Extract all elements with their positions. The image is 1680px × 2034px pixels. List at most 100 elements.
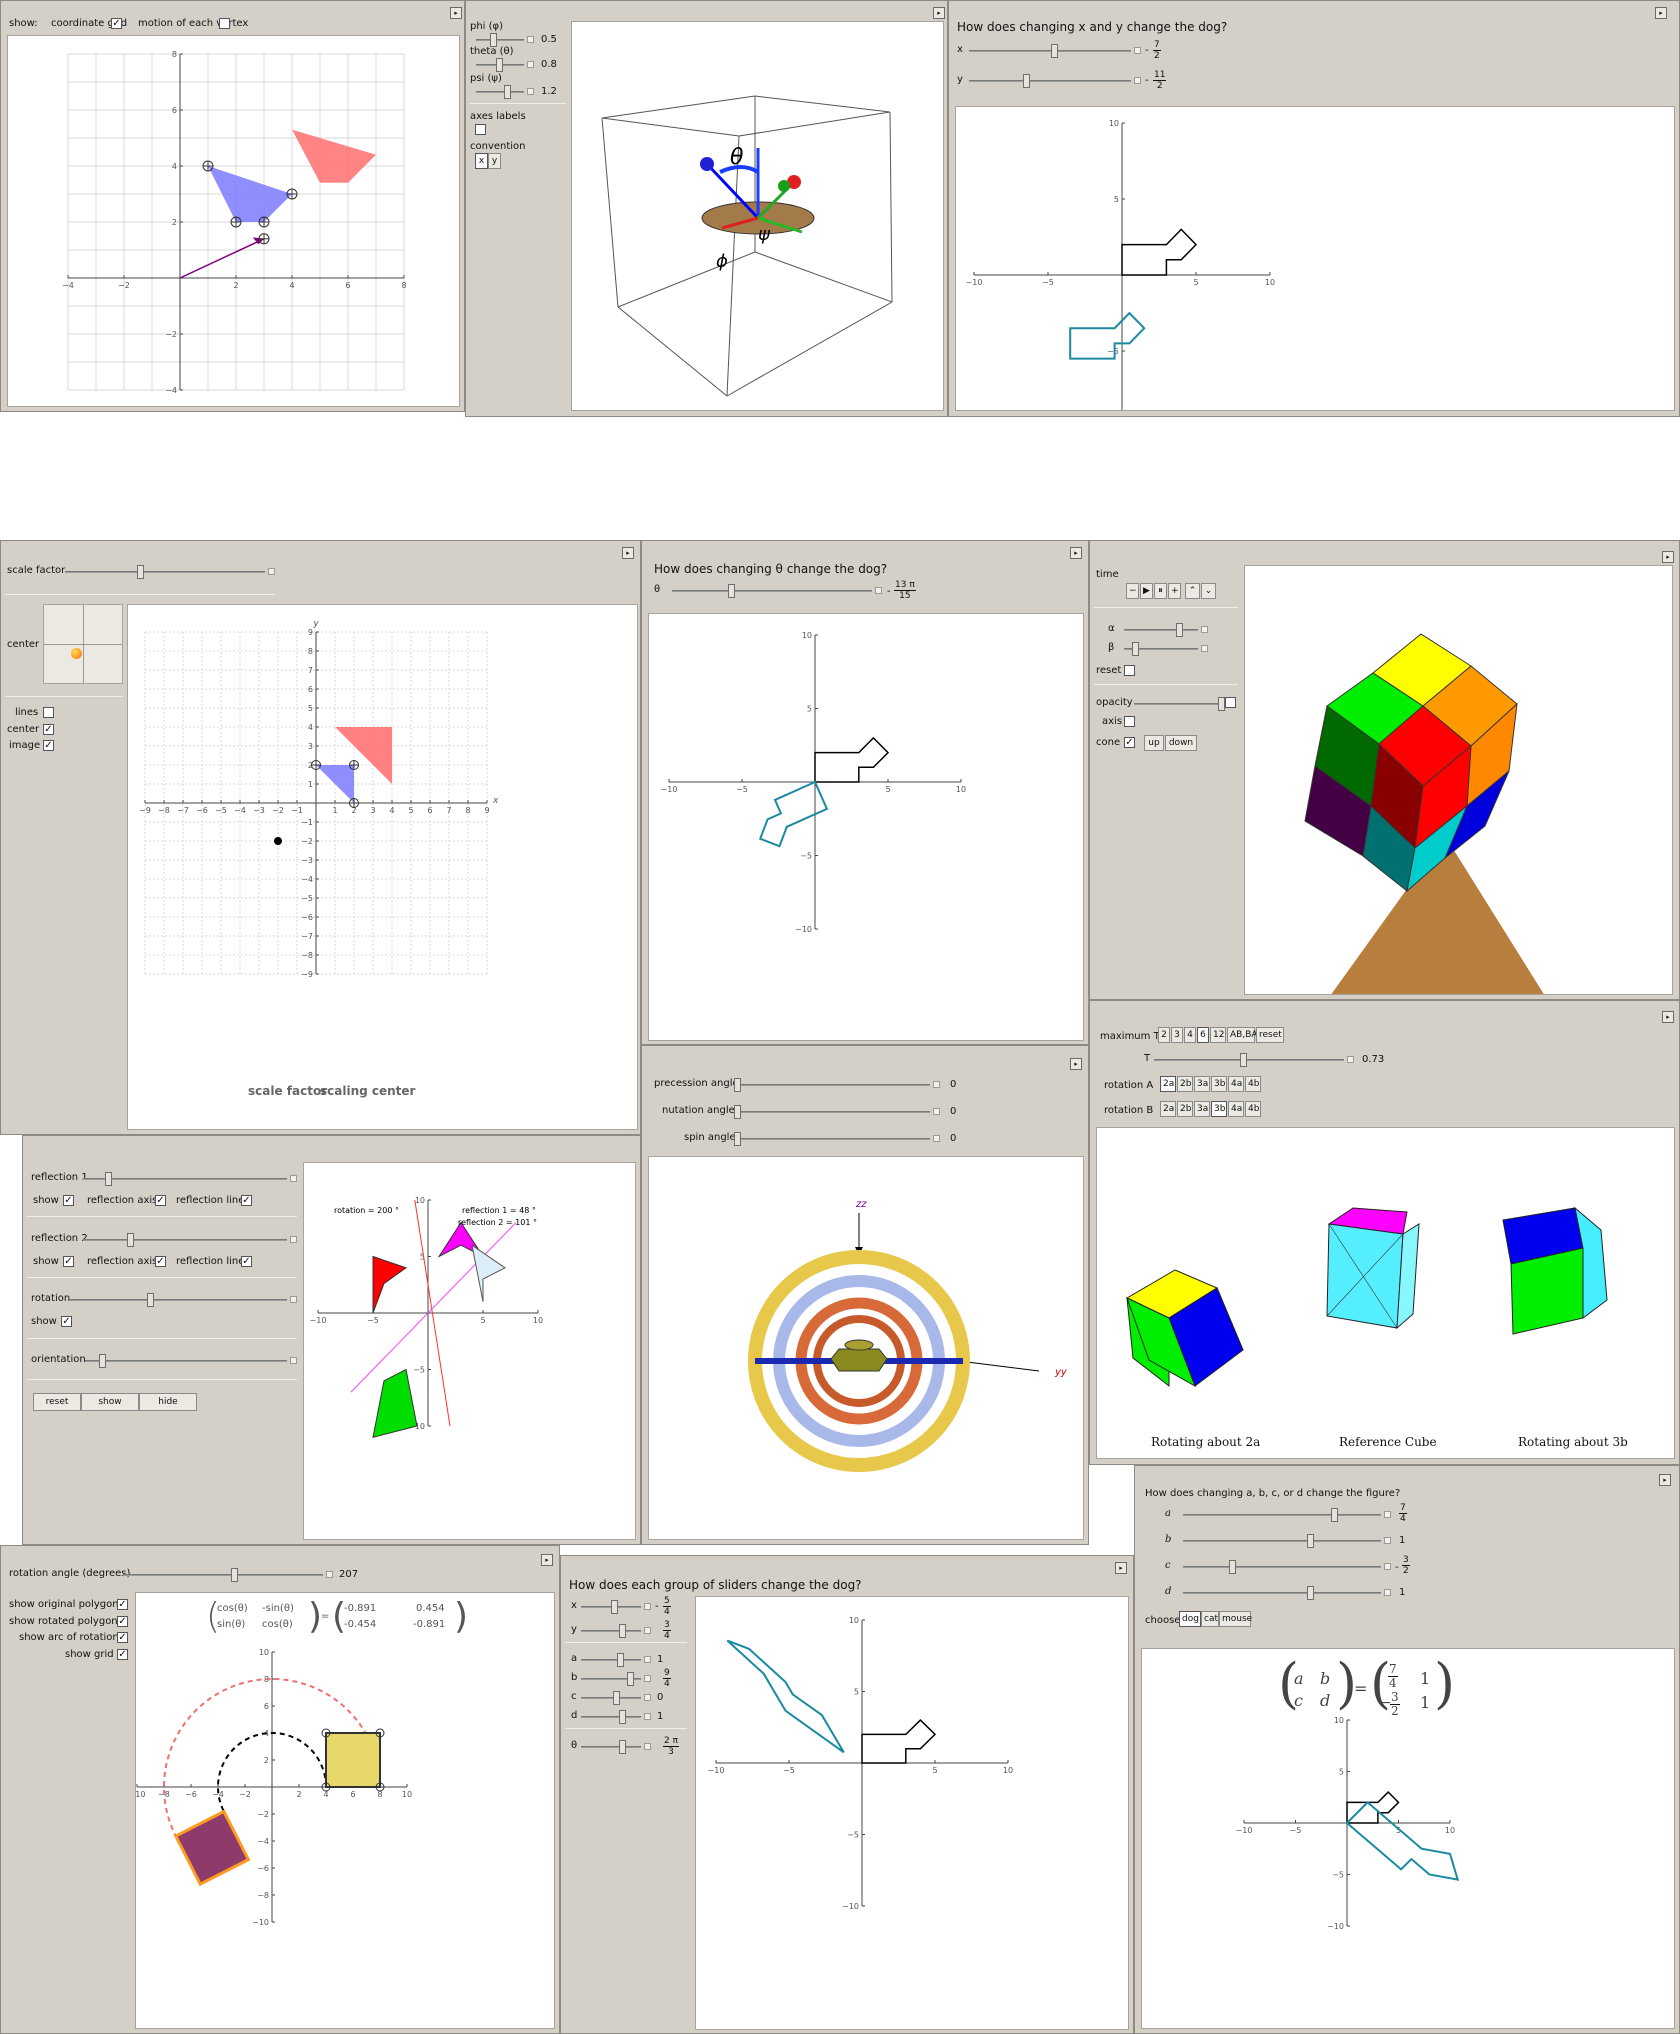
option-button-12[interactable]: 12 (1210, 1027, 1226, 1043)
scale-factor-slider[interactable] (65, 565, 275, 579)
show-original-checkbox[interactable]: ✓ (117, 1599, 128, 1610)
disclosure-button[interactable]: ▸ (1655, 7, 1667, 19)
show-button[interactable]: show (81, 1393, 139, 1411)
show2-checkbox[interactable]: ✓ (63, 1256, 74, 1267)
center-checkbox[interactable]: ✓ (43, 724, 54, 735)
row-slider-5[interactable] (581, 1710, 651, 1724)
reflection-line2-checkbox[interactable]: ✓ (241, 1256, 252, 1267)
option-button-2b[interactable]: 2b (1177, 1076, 1193, 1092)
lines-checkbox[interactable] (43, 707, 54, 718)
step-forward-button[interactable]: + (1168, 583, 1181, 599)
spin-slider[interactable] (734, 1132, 940, 1146)
y-slider[interactable] (969, 74, 1141, 88)
motion-vertex-checkbox[interactable] (219, 18, 230, 29)
convention-y-button[interactable]: y (488, 153, 501, 169)
rotation-angle-slider[interactable] (123, 1568, 333, 1582)
hide-button[interactable]: hide (139, 1393, 197, 1411)
option-button-2a[interactable]: 2a (1160, 1101, 1176, 1117)
option-button-2a[interactable]: 2a (1160, 1076, 1176, 1092)
faster-button[interactable]: ⌃ (1185, 583, 1200, 599)
option-button-3a[interactable]: 3a (1194, 1101, 1210, 1117)
plot-area[interactable]: −10 −5 5 10 −10 −5 5 10 ( a b c d ) = ( 74 1 − … (1141, 1648, 1675, 2029)
cone-checkbox[interactable]: ✓ (1124, 737, 1135, 748)
psi-slider[interactable] (476, 85, 534, 99)
option-button-3a[interactable]: 3a (1194, 1076, 1210, 1092)
option-button-reset[interactable]: reset (1256, 1027, 1284, 1043)
plot-area[interactable]: −10−5510−10−5510rotation = 200 °reflecti… (303, 1162, 636, 1540)
dog-button[interactable]: dog (1179, 1611, 1201, 1627)
slower-button[interactable]: ⌄ (1201, 583, 1216, 599)
T-slider[interactable] (1154, 1053, 1354, 1067)
convention-x-button[interactable]: x (475, 153, 488, 169)
option-button-6[interactable]: 6 (1197, 1027, 1209, 1043)
disclosure-button[interactable]: ▸ (1662, 1011, 1674, 1023)
option-button-4b[interactable]: 4b (1245, 1101, 1261, 1117)
show-arc-checkbox[interactable]: ✓ (117, 1632, 128, 1643)
show-rotated-checkbox[interactable]: ✓ (117, 1616, 128, 1627)
disclosure-button[interactable]: ▸ (1070, 547, 1082, 559)
d-slider[interactable] (1183, 1586, 1391, 1600)
theta-slider[interactable] (476, 58, 534, 72)
precession-slider[interactable] (734, 1078, 940, 1092)
reflection-axis2-checkbox[interactable]: ✓ (155, 1256, 166, 1267)
option-button-3[interactable]: 3 (1171, 1027, 1183, 1043)
opacity-slider[interactable] (1134, 697, 1234, 711)
option-button-2[interactable]: 2 (1158, 1027, 1170, 1043)
disclosure-button[interactable]: ▸ (541, 1554, 553, 1566)
row-slider-2[interactable] (581, 1653, 651, 1667)
plot-area[interactable]: −10−8−6−4−2246810−10−8−6−4−2246810 ( cos… (135, 1592, 555, 2029)
phi-slider[interactable] (476, 33, 534, 47)
reflection2-slider[interactable] (83, 1233, 297, 1247)
a-slider[interactable] (1183, 1508, 1391, 1522)
plot-area[interactable]: −4 −2 2 4 6 8 −4 −2 2 4 6 8 (7, 35, 460, 407)
disclosure-button[interactable]: ▸ (622, 547, 634, 559)
rotation-show-checkbox[interactable]: ✓ (61, 1316, 72, 1327)
nutation-slider[interactable] (734, 1105, 940, 1119)
option-button-2b[interactable]: 2b (1177, 1101, 1193, 1117)
option-button-3b[interactable]: 3b (1211, 1076, 1227, 1092)
disclosure-button[interactable]: ▸ (1662, 551, 1674, 563)
option-button-4b[interactable]: 4b (1245, 1076, 1261, 1092)
axes-labels-checkbox[interactable] (475, 124, 486, 135)
reflection-line1-checkbox[interactable]: ✓ (241, 1195, 252, 1206)
disclosure-button[interactable]: ▸ (1659, 1474, 1671, 1486)
reset-button[interactable]: reset (33, 1393, 81, 1411)
option-button-ABBA[interactable]: AB,BA (1227, 1027, 1258, 1043)
row-slider-0[interactable] (581, 1600, 651, 1614)
3d-view[interactable]: Rotating about 2a Reference Cube Rotatin… (1096, 1127, 1675, 1459)
3d-view[interactable] (1244, 565, 1673, 995)
cat-button[interactable]: cat (1201, 1611, 1219, 1627)
center-locator-pad[interactable] (43, 604, 123, 684)
reflection1-slider[interactable] (83, 1172, 297, 1186)
plot-area[interactable]: −9 −8 −7 −6 −5 −4 −3 −2 −1 1 2 3 4 5 6 7 8 9 −9 −8 −7 −6 −5 −4−… (127, 604, 638, 1130)
disclosure-button[interactable]: ▸ (1115, 1562, 1127, 1574)
rotation-slider[interactable] (69, 1293, 297, 1307)
plot-area[interactable]: −10−5510−10−5510 (955, 106, 1675, 411)
option-button-4a[interactable]: 4a (1228, 1076, 1244, 1092)
row-slider-1[interactable] (581, 1624, 651, 1638)
axis-checkbox[interactable] (1124, 716, 1135, 727)
orientation-slider[interactable] (85, 1354, 297, 1368)
plot-area[interactable]: −10−5510−10−5510 (695, 1596, 1129, 2030)
opacity-checkbox[interactable] (1225, 697, 1236, 708)
row-slider-4[interactable] (581, 1691, 651, 1705)
step-back-button[interactable]: − (1126, 583, 1139, 599)
option-button-3b[interactable]: 3b (1211, 1101, 1227, 1117)
up-button[interactable]: up (1144, 735, 1164, 751)
show1-checkbox[interactable]: ✓ (63, 1195, 74, 1206)
play-button[interactable]: ▶ (1140, 583, 1153, 599)
x-slider[interactable] (969, 44, 1141, 58)
disclosure-button[interactable]: ▸ (450, 7, 462, 19)
image-checkbox[interactable]: ✓ (43, 740, 54, 751)
option-button-4a[interactable]: 4a (1228, 1101, 1244, 1117)
mouse-button[interactable]: mouse (1219, 1611, 1252, 1627)
pause-button[interactable]: ⏸ (1154, 583, 1167, 599)
option-button-4[interactable]: 4 (1184, 1027, 1196, 1043)
disclosure-button[interactable]: ▸ (933, 7, 945, 19)
beta-slider[interactable] (1124, 642, 1208, 656)
c-slider[interactable] (1183, 1560, 1391, 1574)
theta-slider[interactable] (672, 584, 882, 598)
row-slider-6[interactable] (581, 1740, 651, 1754)
3d-view[interactable]: θ ψ ϕ (571, 21, 944, 411)
3d-view[interactable]: zz yy (648, 1156, 1084, 1540)
